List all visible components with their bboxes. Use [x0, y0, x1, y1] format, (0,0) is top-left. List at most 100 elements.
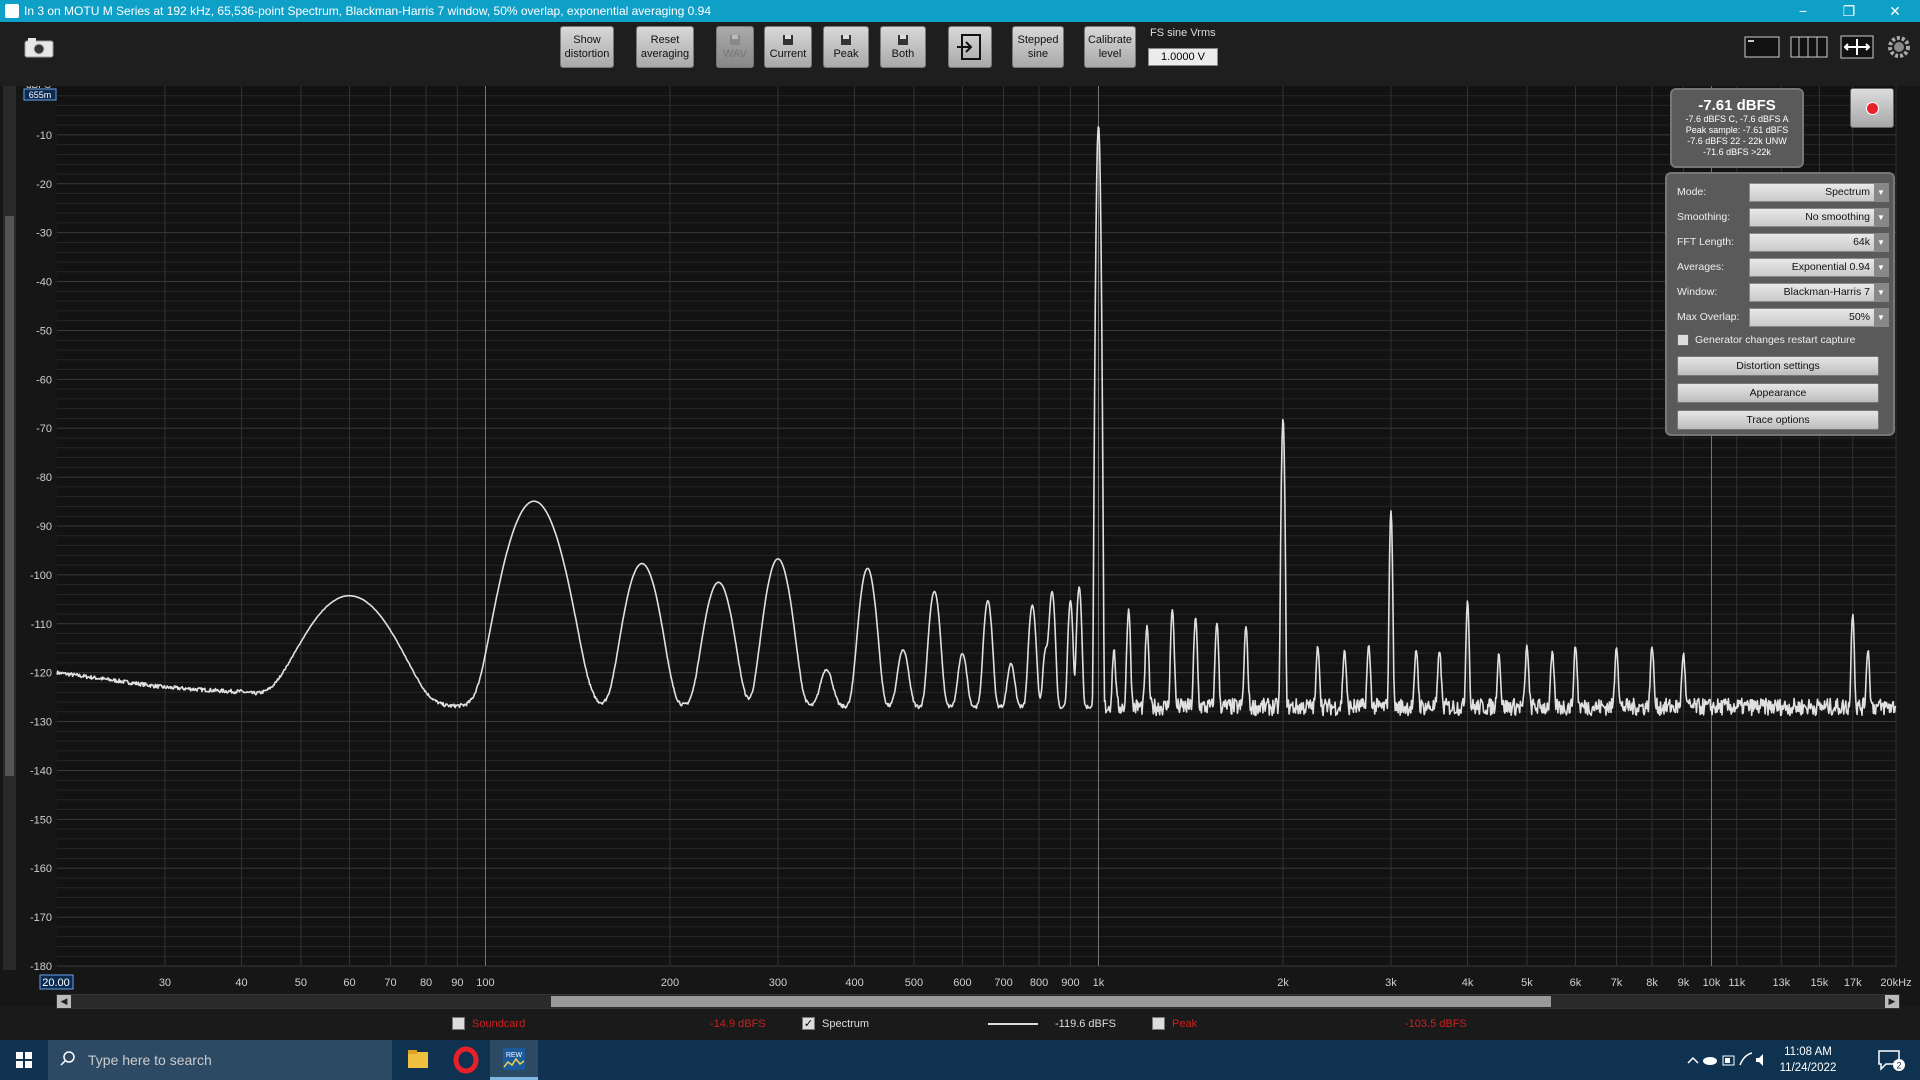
file-explorer-icon[interactable] — [394, 1040, 442, 1080]
minimize-button[interactable]: − — [1780, 0, 1826, 22]
record-button[interactable] — [1850, 88, 1894, 128]
y-tick-label: -120 — [30, 668, 52, 680]
y-tick-label: -80 — [36, 472, 52, 484]
export-button[interactable] — [948, 26, 992, 68]
soundcard-legend-value: -14.9 dBFS — [710, 1018, 766, 1030]
title-bar: In 3 on MOTU M Series at 192 kHz, 65,536… — [0, 0, 1920, 22]
averages-value: Exponential 0.94 — [1791, 261, 1870, 273]
wav-button[interactable]: WAV — [716, 26, 754, 68]
averages-label: Averages: — [1677, 261, 1725, 273]
spectrum-checkbox[interactable]: ✓ — [802, 1017, 815, 1030]
spectrum-plot[interactable]: -10 -20 -30 -40 -50 -60 -70 -80 -90 -100 -110 -120 -… — [0, 86, 1920, 1006]
gear-icon[interactable] — [1886, 34, 1912, 60]
y-tick-label: -60 — [36, 374, 52, 386]
save-peak-button[interactable]: Peak — [823, 26, 869, 68]
calibrate-level-button[interactable]: Calibrate level — [1084, 26, 1136, 68]
save-both-button[interactable]: Both — [880, 26, 926, 68]
chevron-down-icon: ▼ — [1874, 259, 1888, 276]
x-start-label: 20.00 — [42, 977, 70, 989]
multi-view-icon[interactable] — [1790, 34, 1828, 60]
y-tick-label: -170 — [30, 912, 52, 924]
x-tick-label: 60 — [343, 977, 355, 989]
vertical-scrollbar[interactable] — [3, 86, 16, 970]
generator-restart-option[interactable]: Generator changes restart capture — [1677, 334, 1856, 347]
max-overlap-select[interactable]: 50% ▼ — [1749, 308, 1889, 327]
peak-legend-value: -103.5 dBFS — [1405, 1018, 1467, 1030]
opera-browser-icon[interactable] — [442, 1040, 490, 1080]
smoothing-select[interactable]: No smoothing ▼ — [1749, 208, 1889, 227]
system-tray-icons[interactable] — [1686, 1050, 1766, 1070]
window-select[interactable]: Blackman-Harris 7 ▼ — [1749, 283, 1889, 302]
x-tick-label: 40 — [235, 977, 247, 989]
x-tick-label: 13k — [1772, 977, 1790, 989]
soundcard-checkbox[interactable] — [452, 1017, 465, 1030]
chevron-down-icon: ▼ — [1874, 284, 1888, 301]
close-button[interactable]: ✕ — [1872, 0, 1918, 22]
restore-button[interactable]: ❐ — [1826, 0, 1872, 22]
fs-sine-input[interactable]: 1.0000 V — [1148, 48, 1218, 66]
windows-start-icon[interactable] — [0, 1040, 48, 1080]
both-label: Both — [891, 47, 915, 60]
single-view-icon[interactable] — [1744, 34, 1780, 60]
readout-line: -71.6 dBFS >22k — [1703, 147, 1771, 157]
trace-options-button[interactable]: Trace options — [1677, 410, 1879, 430]
notifications-icon[interactable]: 2 — [1876, 1048, 1906, 1072]
generator-restart-checkbox[interactable] — [1677, 334, 1689, 347]
mode-select[interactable]: Spectrum ▼ — [1749, 183, 1889, 202]
scroll-left-arrow[interactable]: ◀ — [57, 995, 71, 1008]
scroll-right-arrow[interactable]: ▶ — [1885, 995, 1899, 1008]
peak-legend-name: Peak — [1172, 1018, 1198, 1030]
x-tick-label: 800 — [1030, 977, 1048, 989]
save-current-button[interactable]: Current — [764, 26, 812, 68]
rew-app-icon[interactable]: REW — [490, 1040, 538, 1080]
distortion-settings-button[interactable]: Distortion settings — [1677, 356, 1879, 376]
spectrum-chart: -10 -20 -30 -40 -50 -60 -70 -80 -90 -100 -110 -120 -… — [23, 86, 1912, 990]
x-tick-label: 80 — [420, 977, 432, 989]
fft-length-label: FFT Length: — [1677, 236, 1735, 248]
stepped-sine-button[interactable]: Stepped sine — [1012, 26, 1064, 68]
appearance-button[interactable]: Appearance — [1677, 383, 1879, 403]
show-distortion-line2: distortion — [564, 48, 610, 60]
export-icon — [957, 33, 981, 60]
mode-label: Mode: — [1677, 186, 1707, 198]
show-distortion-button[interactable]: Show distortion — [560, 26, 614, 68]
fft-length-select[interactable]: 64k ▼ — [1749, 233, 1889, 252]
fs-sine-label: FS sine Vrms — [1150, 27, 1216, 39]
mode-row: Mode: Spectrum ▼ — [1677, 182, 1889, 202]
y-tick-label: -30 — [36, 228, 52, 240]
x-tick-label: 600 — [953, 977, 971, 989]
rew-icon-label: REW — [506, 1052, 523, 1059]
x-tick-label: 15k — [1811, 977, 1829, 989]
fit-view-icon[interactable] — [1840, 34, 1874, 60]
averages-select[interactable]: Exponential 0.94 ▼ — [1749, 258, 1889, 277]
horizontal-scrollbar[interactable]: ◀ ▶ — [56, 994, 1900, 1009]
clock[interactable]: 11:08 AM 11/24/2022 — [1772, 1044, 1844, 1076]
fft-length-value: 64k — [1853, 236, 1870, 248]
y-tick-label: -90 — [36, 521, 52, 533]
x-tick-label: 10k — [1703, 977, 1721, 989]
chevron-down-icon: ▼ — [1874, 209, 1888, 226]
y-tick-label: -140 — [30, 765, 52, 777]
x-tick-label: 300 — [769, 977, 787, 989]
chevron-down-icon: ▼ — [1874, 184, 1888, 201]
x-tick-label: 8k — [1646, 977, 1658, 989]
soundcard-legend-name: Soundcard — [472, 1018, 526, 1030]
y-tick-label: -160 — [30, 863, 52, 875]
x-tick-label: 20kHz — [1880, 977, 1911, 989]
taskbar-search-input[interactable]: Type here to search — [48, 1040, 392, 1080]
peak-checkbox[interactable] — [1152, 1017, 1165, 1030]
x-tick-label: 50 — [295, 977, 307, 989]
horizontal-scroll-thumb[interactable] — [551, 996, 1551, 1007]
y-tick-label: -70 — [36, 423, 52, 435]
x-tick-label: 2k — [1277, 977, 1289, 989]
y-tick-label: -150 — [30, 814, 52, 826]
camera-icon[interactable] — [24, 36, 54, 58]
vertical-scroll-thumb[interactable] — [5, 216, 14, 776]
chevron-down-icon: ▼ — [1874, 309, 1888, 326]
reset-averaging-button[interactable]: Reset averaging — [636, 26, 694, 68]
x-tick-label: 6k — [1570, 977, 1582, 989]
readout-line: -7.6 dBFS C, -7.6 dBFS A — [1685, 114, 1789, 124]
x-tick-label: 9k — [1678, 977, 1690, 989]
y-tick-label: -180 — [30, 961, 52, 973]
smoothing-label: Smoothing: — [1677, 211, 1731, 223]
